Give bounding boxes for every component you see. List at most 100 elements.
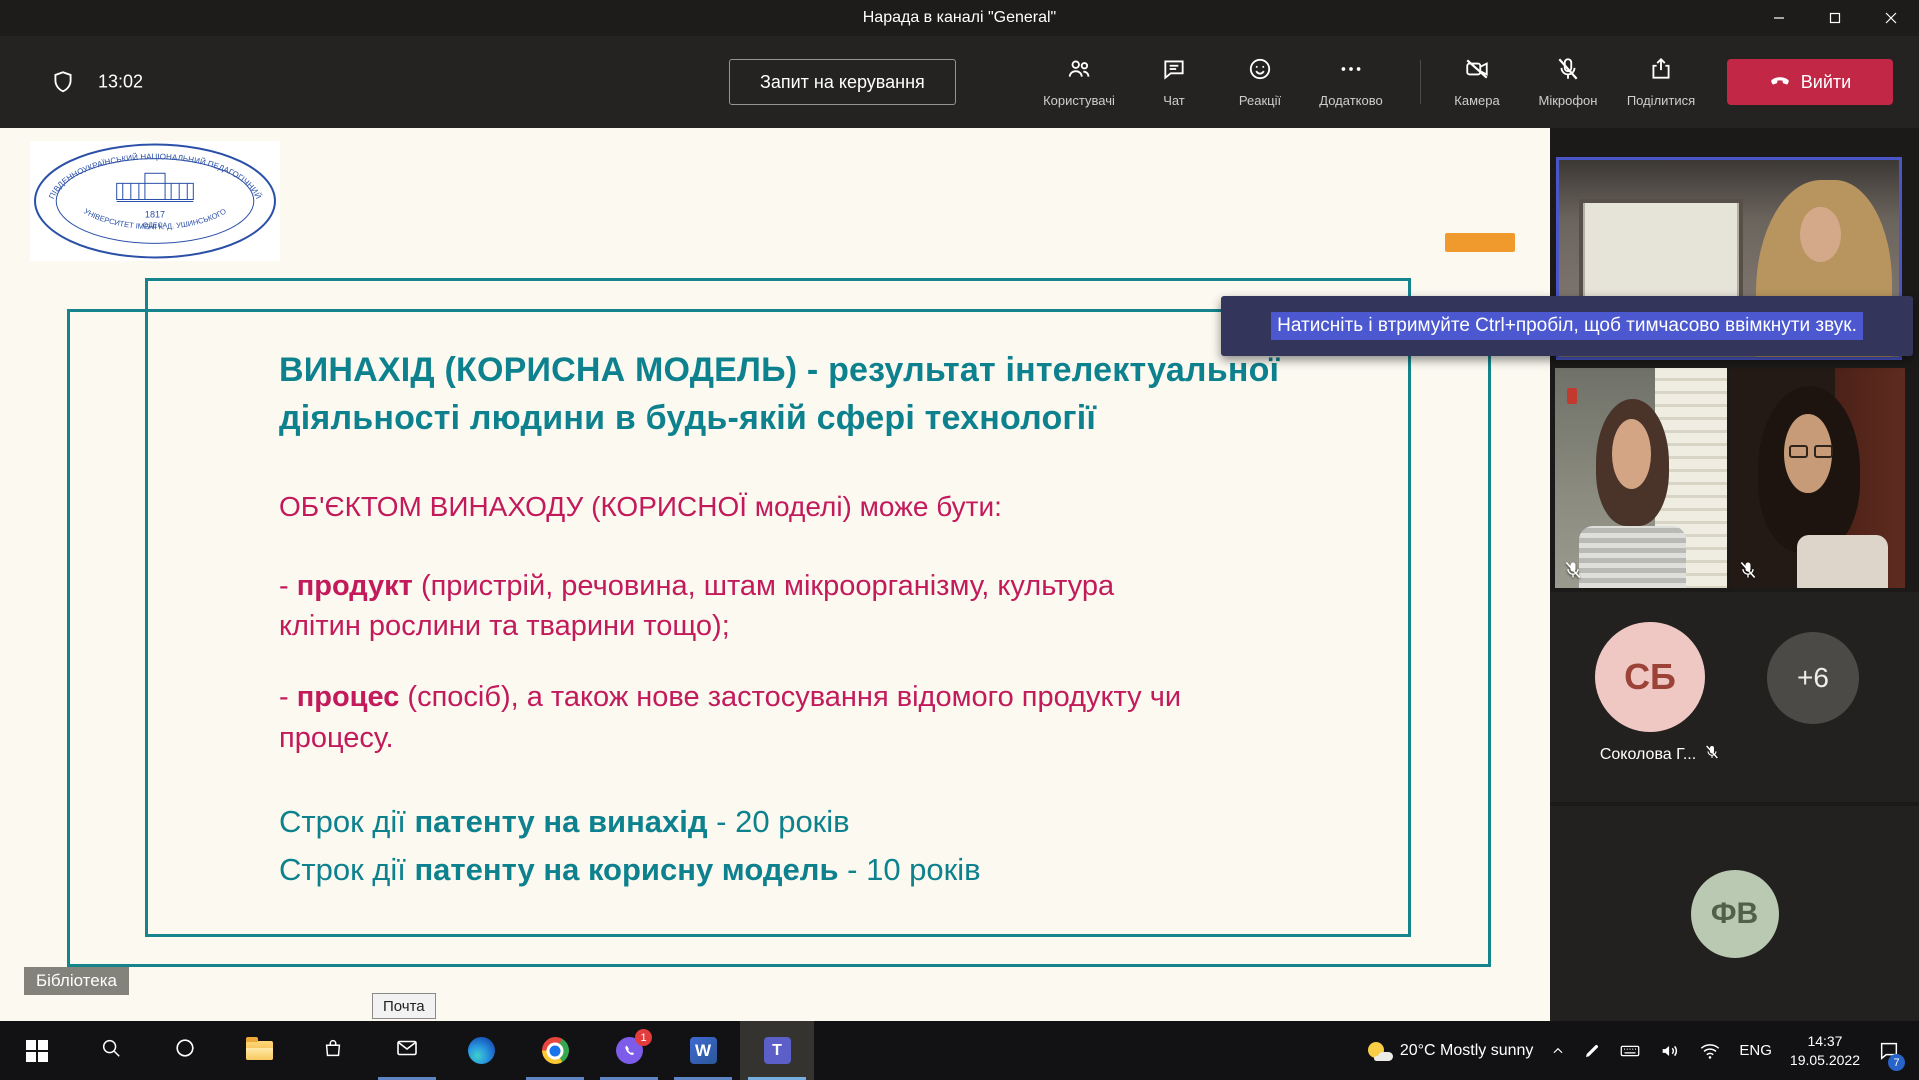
svg-text:ОДЕСА: ОДЕСА	[143, 223, 168, 230]
participant-name-row: Соколова Г...	[1550, 744, 1770, 765]
shared-screen-slide: ПІВДЕННОУКРАЇНСЬКИЙ НАЦІОНАЛЬНИЙ ПЕДАГОГ…	[0, 128, 1550, 1021]
mail-tooltip: Почта	[372, 993, 436, 1019]
camera-toggle-button[interactable]: Камера	[1431, 56, 1523, 108]
more-options-button[interactable]: Додатково	[1305, 56, 1397, 108]
share-screen-button[interactable]: Поділитися	[1615, 56, 1707, 108]
meeting-toolbar: 13:02 Запит на керування Користувачі Чат…	[0, 36, 1919, 128]
meeting-stage: ПІВДЕННОУКРАЇНСЬКИЙ НАЦІОНАЛЬНИЙ ПЕДАГОГ…	[0, 128, 1919, 1021]
mail-app-button[interactable]	[370, 1021, 444, 1080]
avatar: СБ	[1595, 622, 1705, 732]
mic-toggle-button[interactable]: Мікрофон	[1522, 56, 1614, 108]
tray-date: 19.05.2022	[1790, 1051, 1860, 1069]
participant-name: Соколова Г...	[1600, 746, 1696, 764]
video-tile-3[interactable]	[1730, 368, 1905, 588]
muted-mic-icon	[1704, 744, 1720, 765]
chrome-icon	[542, 1037, 569, 1064]
shield-icon	[50, 69, 76, 100]
slide-process-paragraph: - процес (спосіб), а також нове застосув…	[279, 677, 1419, 758]
smiley-icon	[1247, 56, 1273, 87]
minimize-button[interactable]	[1751, 0, 1807, 36]
volume-icon[interactable]	[1650, 1021, 1690, 1080]
edge-icon	[468, 1037, 495, 1064]
video2-wall-clock	[1567, 388, 1577, 404]
slide-product-paragraph: - продукт (пристрій, речовина, штам мікр…	[279, 566, 1419, 647]
maximize-button[interactable]	[1807, 0, 1863, 36]
chat-button[interactable]: Чат	[1128, 56, 1220, 108]
request-control-button[interactable]: Запит на керування	[729, 59, 956, 105]
participants-button[interactable]: Користувачі	[1033, 56, 1125, 108]
window-controls	[1751, 0, 1919, 36]
participant-tile-fv[interactable]: ФВ	[1550, 806, 1919, 1021]
envelope-icon	[395, 1036, 419, 1065]
toolbar-divider	[1420, 60, 1421, 104]
leave-meeting-button[interactable]: Вийти	[1727, 59, 1893, 105]
titlebar: Нарада в каналі "General"	[0, 0, 1919, 36]
hangup-icon	[1769, 69, 1791, 96]
chat-icon	[1161, 56, 1187, 87]
video2-person-body	[1579, 526, 1686, 588]
video2-person-face	[1612, 419, 1652, 489]
window-title: Нарада в каналі "General"	[863, 9, 1056, 27]
slide-body: ВИНАХІД (КОРИСНА МОДЕЛЬ) - результат інт…	[279, 346, 1419, 894]
word-icon: W	[690, 1037, 717, 1064]
overflow-participants-badge[interactable]: +6	[1767, 632, 1859, 724]
windows-logo-icon	[26, 1040, 48, 1062]
pen-icon[interactable]	[1574, 1021, 1610, 1080]
file-explorer-button[interactable]	[222, 1021, 296, 1080]
slide-object-line: ОБ'ЄКТОМ ВИНАХОДУ (КОРИСНОЇ моделі) може…	[279, 487, 1419, 526]
participants-panel: СБ +6 Соколова Г... ФВ	[1550, 128, 1919, 1021]
word-button[interactable]: W	[666, 1021, 740, 1080]
people-icon	[1066, 56, 1092, 87]
teams-button[interactable]: T	[740, 1021, 814, 1080]
video3-person-body	[1797, 535, 1888, 588]
tray-overflow-chevron[interactable]	[1542, 1021, 1574, 1080]
cortana-icon	[174, 1037, 196, 1064]
close-button[interactable]	[1863, 0, 1919, 36]
participant-tile-sokolova[interactable]: СБ +6 Соколова Г...	[1550, 592, 1919, 802]
store-bag-icon	[322, 1037, 344, 1064]
notification-count-badge: 7	[1888, 1054, 1905, 1071]
edge-button[interactable]	[444, 1021, 518, 1080]
share-icon	[1648, 56, 1674, 87]
weather-sun-icon	[1368, 1040, 1392, 1062]
folder-icon	[246, 1041, 273, 1060]
unmute-tooltip: Натисніть і втримуйте Ctrl+пробіл, щоб т…	[1221, 296, 1913, 356]
camera-off-icon	[1464, 56, 1490, 87]
svg-text:1817: 1817	[145, 210, 165, 220]
touch-keyboard-icon[interactable]	[1610, 1021, 1650, 1080]
muted-mic-icon	[1563, 560, 1583, 580]
action-center-button[interactable]: 7	[1869, 1021, 1909, 1080]
start-button[interactable]	[0, 1021, 74, 1080]
ellipsis-icon	[1338, 56, 1364, 87]
taskbar-search-button[interactable]	[74, 1021, 148, 1080]
teams-meeting-window: Нарада в каналі "General" 13:02 Запит на…	[0, 0, 1919, 1080]
language-indicator[interactable]: ENG	[1730, 1021, 1781, 1080]
viber-unread-badge: 1	[635, 1029, 652, 1046]
network-icon[interactable]	[1690, 1021, 1730, 1080]
avatar: ФВ	[1691, 870, 1779, 958]
cortana-button[interactable]	[148, 1021, 222, 1080]
tray-time: 14:37	[1807, 1032, 1842, 1050]
meeting-timer: 13:02	[98, 72, 143, 93]
weather-text: 20°C Mostly sunny	[1400, 1042, 1534, 1060]
chrome-button[interactable]	[518, 1021, 592, 1080]
accreditation-badge	[1445, 233, 1515, 252]
viber-button[interactable]: 1	[592, 1021, 666, 1080]
video3-glasses-left	[1789, 445, 1808, 458]
muted-mic-icon	[1738, 560, 1758, 580]
university-emblem: ПІВДЕННОУКРАЇНСЬКИЙ НАЦІОНАЛЬНИЙ ПЕДАГОГ…	[30, 141, 280, 261]
weather-widget[interactable]: 20°C Mostly sunny	[1359, 1021, 1543, 1080]
windows-taskbar: 1 W T 20°C Mostly sunny	[0, 1021, 1919, 1080]
clock-widget[interactable]: 14:37 19.05.2022	[1781, 1021, 1869, 1080]
video-tile-2[interactable]	[1555, 368, 1727, 588]
slide-patent-terms: Строк дії патенту на винахід - 20 років …	[279, 798, 1419, 894]
search-icon	[100, 1037, 122, 1064]
mic-off-icon	[1555, 56, 1581, 87]
reactions-button[interactable]: Реакції	[1214, 56, 1306, 108]
video3-glasses-right	[1814, 445, 1833, 458]
slide-heading: ВИНАХІД (КОРИСНА МОДЕЛЬ) - результат інт…	[279, 346, 1419, 443]
library-label: Бібліотека	[24, 967, 129, 995]
system-tray: 20°C Mostly sunny ENG 14:37	[1359, 1021, 1919, 1080]
teams-icon: T	[764, 1037, 791, 1064]
microsoft-store-button[interactable]	[296, 1021, 370, 1080]
